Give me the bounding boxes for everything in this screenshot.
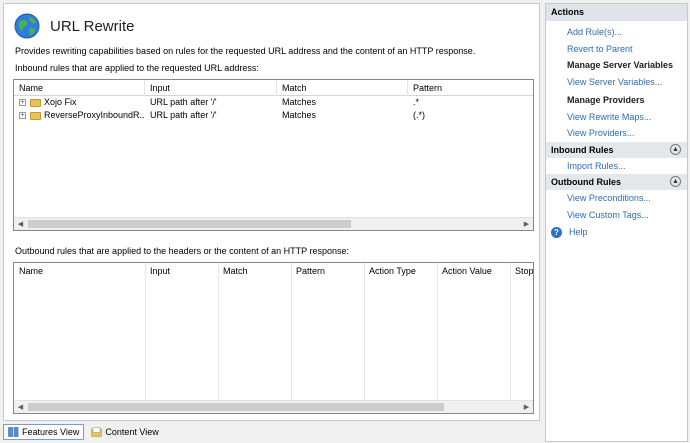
inbound-rules-group-label: Inbound Rules: [551, 144, 614, 155]
scrollbar-thumb[interactable]: [28, 220, 351, 228]
column-header-match[interactable]: Match: [218, 263, 291, 279]
chevron-up-icon[interactable]: ▲: [670, 143, 681, 155]
view-switcher: Features View Content View: [3, 423, 166, 441]
outbound-rules-grid[interactable]: Name Input Match Pattern Action Type Act…: [13, 262, 534, 414]
chevron-up-icon[interactable]: ▲: [670, 176, 681, 187]
help-link[interactable]: ? Help: [546, 223, 687, 241]
column-divider: [145, 263, 146, 413]
table-row[interactable]: + Xojo Fix URL path after '/' Matches .*: [14, 96, 533, 109]
rule-match-cell: Matches: [282, 97, 317, 107]
column-divider: [437, 263, 438, 413]
view-providers-link[interactable]: View Providers...: [546, 125, 687, 142]
column-header-input[interactable]: Input: [145, 263, 218, 279]
scroll-left-icon[interactable]: ◀: [14, 401, 27, 413]
rule-pattern-cell: .*: [413, 97, 420, 107]
column-header-pattern[interactable]: Pattern: [291, 263, 364, 279]
outbound-rules-group-header[interactable]: Outbound Rules ▲: [546, 174, 687, 190]
view-preconditions-link[interactable]: View Preconditions...: [546, 190, 687, 207]
rule-match-cell: Matches: [282, 110, 317, 120]
rule-name: Xojo Fix: [44, 97, 77, 107]
scroll-left-icon[interactable]: ◀: [14, 218, 27, 230]
actions-pane: Actions Add Rule(s)... Revert to Parent …: [545, 3, 688, 442]
table-row[interactable]: + ReverseProxyInboundR... URL path after …: [14, 109, 533, 122]
view-rewrite-maps-link[interactable]: View Rewrite Maps...: [546, 109, 687, 126]
inbound-grid-header: Name Input Match Pattern: [14, 80, 533, 96]
inbound-rules-group-header[interactable]: Inbound Rules ▲: [546, 141, 687, 158]
rule-pattern-cell: (.*): [413, 110, 425, 120]
outbound-horizontal-scrollbar[interactable]: ◀ ▶: [14, 400, 533, 413]
column-divider: [364, 263, 365, 413]
globe-icon: [14, 13, 40, 39]
column-header-action-type[interactable]: Action Type: [364, 263, 437, 279]
rule-name-cell: + ReverseProxyInboundR...: [14, 109, 145, 122]
help-label: Help: [569, 227, 588, 237]
expand-icon[interactable]: +: [19, 99, 26, 107]
column-divider: [218, 263, 219, 413]
scroll-right-icon[interactable]: ▶: [520, 218, 533, 230]
column-header-name[interactable]: Name: [14, 80, 145, 96]
column-header-pattern[interactable]: Pattern: [408, 80, 533, 96]
actions-title: Actions: [546, 4, 687, 21]
page-title: URL Rewrite: [50, 17, 135, 35]
features-view-label: Features View: [22, 427, 80, 437]
rule-name-cell: + Xojo Fix: [14, 96, 145, 109]
features-view-icon: [8, 427, 19, 437]
features-panel: URL Rewrite Provides rewriting capabilit…: [3, 3, 540, 421]
column-header-stop[interactable]: Stop: [510, 263, 533, 279]
scrollbar-thumb[interactable]: [28, 403, 444, 411]
scroll-right-icon[interactable]: ▶: [520, 401, 533, 413]
rule-input-cell: URL path after '/': [150, 110, 217, 120]
inbound-rules-label: Inbound rules that are applied to the re…: [15, 63, 259, 73]
view-server-variables-link[interactable]: View Server Variables...: [546, 74, 687, 91]
rule-name: ReverseProxyInboundR...: [44, 110, 145, 120]
inbound-horizontal-scrollbar[interactable]: ◀ ▶: [14, 217, 533, 230]
column-header-action-value[interactable]: Action Value: [437, 263, 510, 279]
expand-icon[interactable]: +: [19, 112, 26, 120]
import-rules-link[interactable]: Import Rules...: [546, 158, 687, 175]
folder-icon: [30, 111, 41, 120]
content-view-tab[interactable]: Content View: [87, 424, 162, 440]
column-header-input[interactable]: Input: [145, 80, 277, 96]
page-header: URL Rewrite: [14, 12, 134, 40]
outbound-rules-group-label: Outbound Rules: [551, 177, 621, 187]
revert-to-parent-link[interactable]: Revert to Parent: [546, 41, 687, 58]
help-icon: ?: [551, 226, 562, 238]
inbound-rules-grid[interactable]: Name Input Match Pattern + Xojo Fix URL p…: [13, 79, 534, 231]
outbound-rules-label: Outbound rules that are applied to the h…: [15, 246, 350, 256]
manage-providers-heading: Manage Providers: [567, 95, 645, 105]
outbound-grid-header: Name Input Match Pattern Action Type Act…: [14, 263, 533, 279]
manage-server-variables-heading: Manage Server Variables: [567, 60, 674, 70]
column-header-name[interactable]: Name: [14, 263, 145, 279]
view-custom-tags-link[interactable]: View Custom Tags...: [546, 207, 687, 224]
folder-icon: [30, 98, 41, 107]
page-description: Provides rewriting capabilities based on…: [15, 46, 476, 56]
content-view-label: Content View: [105, 427, 159, 437]
column-header-match[interactable]: Match: [277, 80, 408, 96]
features-view-tab[interactable]: Features View: [3, 424, 85, 440]
rule-input-cell: URL path after '/': [150, 97, 217, 107]
content-view-icon: [91, 427, 103, 437]
column-divider: [291, 263, 292, 413]
add-rules-link[interactable]: Add Rule(s)...: [546, 24, 687, 41]
column-divider: [510, 263, 511, 413]
